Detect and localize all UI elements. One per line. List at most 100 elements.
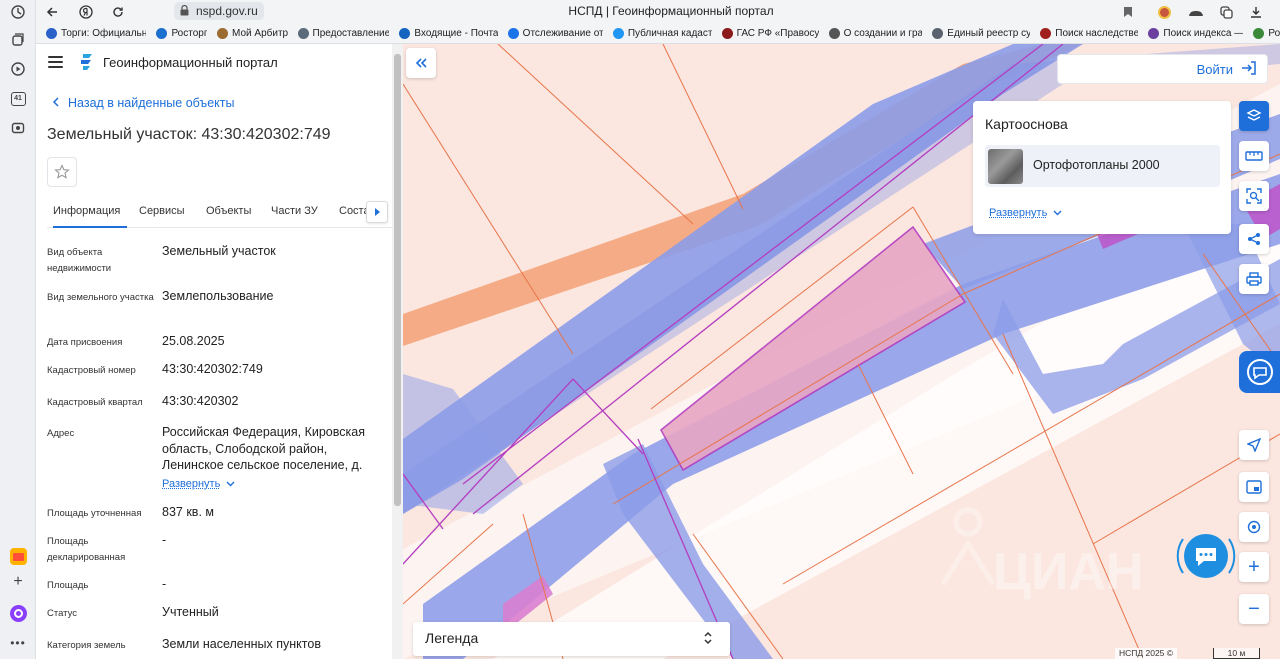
target-icon xyxy=(1247,520,1261,534)
bookmark-item[interactable]: Росторг xyxy=(156,27,208,39)
basemap-expand-link[interactable]: Развернуть xyxy=(989,207,1062,219)
double-chevron-left-icon xyxy=(415,58,427,68)
expand-collapse-icon xyxy=(703,630,713,651)
basemap-option-label: Ортофотопланы 2000 xyxy=(1033,158,1160,172)
minimap-icon xyxy=(1246,480,1262,494)
bookmark-icon[interactable] xyxy=(1118,2,1138,22)
extension-icon[interactable] xyxy=(1154,2,1174,22)
downloads-icon[interactable] xyxy=(1246,2,1266,22)
translate-icon[interactable] xyxy=(1216,2,1236,22)
address-expand-link[interactable]: Развернуть xyxy=(162,478,235,490)
portal-title: Геоинформационный портал xyxy=(103,55,278,70)
bookmark-label: Поиск индекса — xyxy=(1163,27,1244,39)
map-view[interactable]: ЦИАН Войти Картооснова Ортофотопланы 200… xyxy=(403,44,1280,659)
favorite-button[interactable] xyxy=(47,157,77,187)
info-value: 837 кв. м xyxy=(162,505,214,519)
login-label: Войти xyxy=(1196,61,1233,77)
history-icon[interactable] xyxy=(8,2,28,22)
bookmark-item[interactable]: Входящие - Почта xyxy=(399,27,498,39)
info-label: Кадастровый квартал xyxy=(47,397,143,408)
zoom-out-button[interactable]: − xyxy=(1239,594,1269,624)
mail-app-icon[interactable] xyxy=(8,546,28,566)
back-to-results-link[interactable]: Назад в найденные объекты xyxy=(52,96,234,110)
tabs-scroll-right-button[interactable] xyxy=(366,201,388,223)
find-location-button[interactable] xyxy=(1239,512,1269,542)
info-label: Площадь декларированная xyxy=(47,536,126,563)
zoom-in-button[interactable]: + xyxy=(1239,552,1269,582)
yandex-logo-icon[interactable] xyxy=(76,2,96,22)
video-icon[interactable] xyxy=(8,59,28,79)
print-button[interactable] xyxy=(1239,264,1269,294)
object-title: Земельный участок: 43:30:420302:749 xyxy=(47,126,331,143)
measure-button[interactable] xyxy=(1239,141,1269,171)
bookmark-item[interactable]: Торги: Официальн xyxy=(46,27,146,39)
minimap-button[interactable] xyxy=(1239,472,1269,502)
locate-button[interactable] xyxy=(1239,430,1269,460)
panel-scroll-thumb[interactable] xyxy=(394,54,401,506)
bookmark-item[interactable]: Предоставление xyxy=(297,27,389,39)
hat-icon[interactable] xyxy=(1186,2,1206,22)
bookmark-favicon-icon xyxy=(46,27,57,39)
bookmark-item[interactable]: О создании и гра xyxy=(828,27,922,39)
bookmark-label: Мой Арбитр xyxy=(232,27,288,39)
alice-icon[interactable] xyxy=(8,603,28,623)
bookmarks-bar: Торги: Официальн Росторг Мой Арбитр Предост… xyxy=(36,23,1280,44)
info-value: Земельный участок xyxy=(162,244,276,258)
chevron-down-icon xyxy=(226,478,235,490)
tab-3[interactable]: Части ЗУ xyxy=(271,205,323,228)
bookmark-favicon-icon xyxy=(156,27,168,39)
collections-icon[interactable] xyxy=(8,30,28,50)
printer-icon xyxy=(1246,272,1262,286)
browser-toolbar: nspd.gov.ru НСПД | Геоинформационный пор… xyxy=(36,0,1280,23)
add-icon[interactable]: + xyxy=(8,572,28,592)
address-bar[interactable]: nspd.gov.ru xyxy=(174,2,264,20)
bookmark-item[interactable]: Поиск наследстве xyxy=(1040,27,1138,39)
more-icon[interactable]: ••• xyxy=(8,633,28,653)
bookmark-item[interactable]: Публичная кадаст xyxy=(612,27,712,39)
bookmark-favicon-icon xyxy=(828,27,840,39)
info-value: - xyxy=(162,533,167,547)
layers-button[interactable] xyxy=(1239,101,1269,131)
bookmark-label: Росторг xyxy=(171,27,208,39)
bookmark-item[interactable]: ГАС РФ «Правосу xyxy=(721,27,819,39)
bookmark-label: Публичная кадаст xyxy=(627,27,712,39)
calendar-icon[interactable]: 41 xyxy=(8,89,28,109)
bookmark-item[interactable]: Мой Арбитр xyxy=(217,27,288,39)
bookmark-favicon-icon xyxy=(932,27,944,39)
chat-fab[interactable] xyxy=(1173,527,1239,585)
select-area-button[interactable] xyxy=(1239,181,1269,211)
basemap-expand-label: Развернуть xyxy=(989,207,1048,219)
reload-icon[interactable] xyxy=(108,2,128,22)
tab-1[interactable]: Сервисы xyxy=(139,205,189,228)
tab-0[interactable]: Информация xyxy=(53,205,127,228)
tab-2[interactable]: Объекты xyxy=(206,205,252,228)
info-value: Российская Федерация, Кировская область,… xyxy=(162,425,365,472)
chevron-left-icon xyxy=(52,96,59,110)
bookmark-item[interactable]: Единый реестр су xyxy=(932,27,1030,39)
info-value: Учтенный xyxy=(162,605,219,619)
info-value: Землепользование xyxy=(162,289,274,303)
info-label: Кадастровый номер xyxy=(47,365,136,376)
address-expand-label: Развернуть xyxy=(162,478,221,490)
bookmark-label: Входящие - Почта xyxy=(414,27,498,39)
legend-dropdown[interactable]: Легенда xyxy=(413,622,730,656)
menu-icon[interactable] xyxy=(48,55,64,74)
copyright-text: НСПД 2025 © xyxy=(1115,648,1178,659)
login-arrow-icon xyxy=(1241,60,1257,78)
bookmark-item[interactable]: Ро xyxy=(1253,27,1280,39)
bookmark-item[interactable]: Отслеживание от xyxy=(507,27,603,39)
bookmark-favicon-icon xyxy=(1148,27,1160,39)
login-button[interactable]: Войти xyxy=(1057,54,1268,84)
screenshot-icon[interactable] xyxy=(8,118,28,138)
scale-bar: 10 м xyxy=(1213,648,1260,659)
back-arrow-icon[interactable] xyxy=(42,2,62,22)
plus-icon: + xyxy=(1248,555,1260,578)
chevron-down-icon xyxy=(1053,207,1062,219)
share-button[interactable] xyxy=(1239,224,1269,254)
bookmark-favicon-icon xyxy=(612,27,624,39)
chat-support-tab[interactable] xyxy=(1239,351,1280,393)
basemap-card: Картооснова Ортофотопланы 2000 Развернут… xyxy=(973,101,1231,234)
basemap-option-orthophoto[interactable]: Ортофотопланы 2000 xyxy=(985,145,1220,187)
bookmark-item[interactable]: Поиск индекса — xyxy=(1148,27,1244,39)
collapse-panel-button[interactable] xyxy=(406,48,436,78)
